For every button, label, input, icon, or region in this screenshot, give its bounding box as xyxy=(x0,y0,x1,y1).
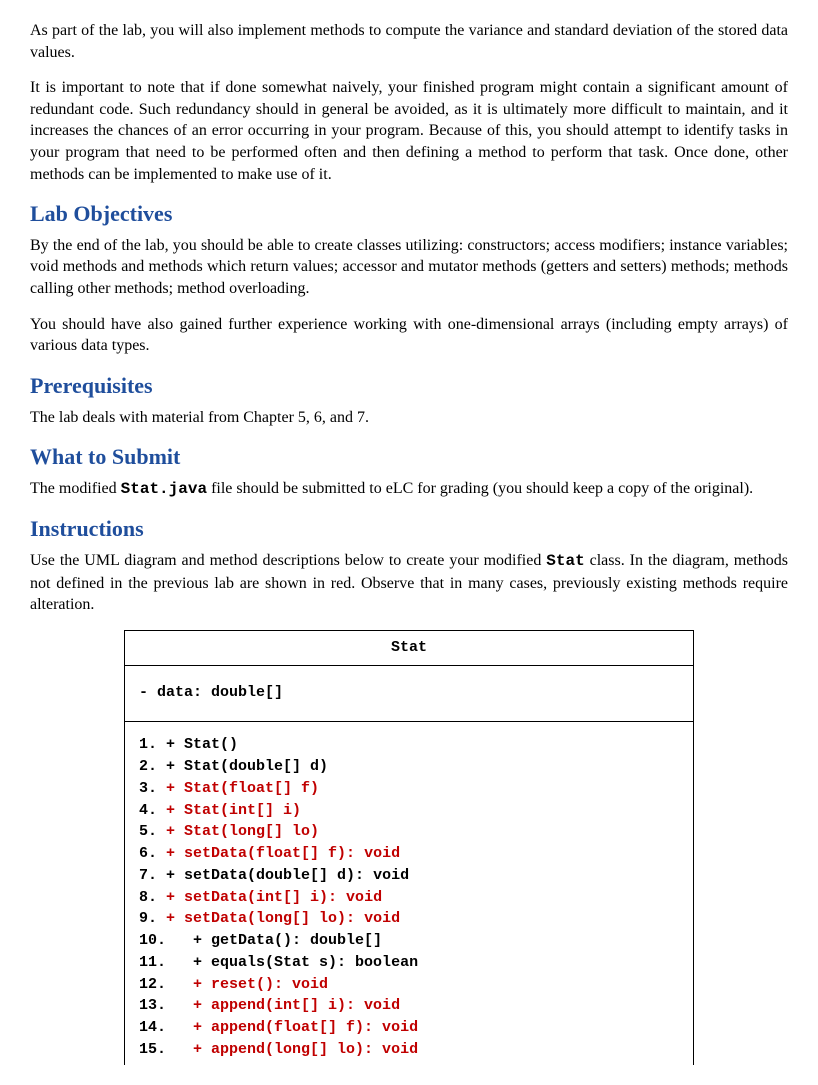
submit-heading: What to Submit xyxy=(30,442,788,472)
uml-method-signature: + setData(long[] lo): void xyxy=(166,910,400,927)
uml-method-signature: + append(long[] lo): void xyxy=(193,1041,418,1058)
uml-method-row: 8. + setData(int[] i): void xyxy=(139,887,679,909)
uml-diagram-container: Stat - data: double[] 1. + Stat()2. + St… xyxy=(30,630,788,1065)
stat-java-code: Stat.java xyxy=(121,480,207,498)
uml-method-signature: + Stat(double[] d) xyxy=(166,758,328,775)
uml-method-signature: + Stat() xyxy=(166,736,238,753)
uml-method-number: 8. xyxy=(139,889,157,906)
uml-method-signature: + Stat(float[] f) xyxy=(166,780,319,797)
uml-method-number: 2. xyxy=(139,758,157,775)
uml-method-row: 15. + append(long[] lo): void xyxy=(139,1039,679,1061)
uml-method-row: 2. + Stat(double[] d) xyxy=(139,756,679,778)
uml-method-number: 11. xyxy=(139,954,166,971)
uml-method-number: 5. xyxy=(139,823,157,840)
instructions-paragraph: Use the UML diagram and method descripti… xyxy=(30,550,788,616)
intro-paragraph-1: As part of the lab, you will also implem… xyxy=(30,20,788,63)
uml-method-number: 3. xyxy=(139,780,157,797)
uml-method-row: 4. + Stat(int[] i) xyxy=(139,800,679,822)
submit-text-after: file should be submitted to eLC for grad… xyxy=(207,480,753,497)
uml-method-number: 10. xyxy=(139,932,166,949)
uml-method-number: 9. xyxy=(139,910,157,927)
uml-method-row: 13. + append(int[] i): void xyxy=(139,995,679,1017)
submit-text-before: The modified xyxy=(30,480,121,497)
uml-method-number: 12. xyxy=(139,976,166,993)
uml-method-number: 1. xyxy=(139,736,157,753)
uml-method-signature: + Stat(int[] i) xyxy=(166,802,301,819)
uml-method-row: 12. + reset(): void xyxy=(139,974,679,996)
uml-method-number: 15. xyxy=(139,1041,166,1058)
uml-method-signature: + getData(): double[] xyxy=(193,932,382,949)
uml-method-row: 5. + Stat(long[] lo) xyxy=(139,821,679,843)
uml-method-signature: + setData(float[] f): void xyxy=(166,845,400,862)
uml-method-number: 13. xyxy=(139,997,166,1014)
uml-method-signature: + reset(): void xyxy=(193,976,328,993)
instructions-heading: Instructions xyxy=(30,514,788,544)
prerequisites-heading: Prerequisites xyxy=(30,371,788,401)
prerequisites-paragraph: The lab deals with material from Chapter… xyxy=(30,407,788,429)
uml-attributes: - data: double[] xyxy=(125,666,693,723)
objectives-paragraph-1: By the end of the lab, you should be abl… xyxy=(30,235,788,300)
submit-paragraph: The modified Stat.java file should be su… xyxy=(30,478,788,501)
uml-method-signature: + equals(Stat s): boolean xyxy=(193,954,418,971)
uml-method-row: 11. + equals(Stat s): boolean xyxy=(139,952,679,974)
uml-methods: 1. + Stat()2. + Stat(double[] d)3. + Sta… xyxy=(125,722,693,1064)
uml-method-row: 3. + Stat(float[] f) xyxy=(139,778,679,800)
uml-class-name: Stat xyxy=(125,631,693,666)
uml-method-row: 10. + getData(): double[] xyxy=(139,930,679,952)
uml-method-row: 1. + Stat() xyxy=(139,734,679,756)
uml-method-signature: + setData(double[] d): void xyxy=(166,867,409,884)
uml-method-signature: + Stat(long[] lo) xyxy=(166,823,319,840)
uml-method-row: 6. + setData(float[] f): void xyxy=(139,843,679,865)
uml-method-signature: + setData(int[] i): void xyxy=(166,889,382,906)
instructions-text-before: Use the UML diagram and method descripti… xyxy=(30,552,546,569)
uml-method-row: 7. + setData(double[] d): void xyxy=(139,865,679,887)
uml-method-number: 4. xyxy=(139,802,157,819)
uml-method-signature: + append(float[] f): void xyxy=(193,1019,418,1036)
uml-method-number: 6. xyxy=(139,845,157,862)
objectives-paragraph-2: You should have also gained further expe… xyxy=(30,314,788,357)
intro-paragraph-2: It is important to note that if done som… xyxy=(30,77,788,185)
stat-code: Stat xyxy=(546,552,584,570)
uml-method-number: 7. xyxy=(139,867,157,884)
uml-method-row: 14. + append(float[] f): void xyxy=(139,1017,679,1039)
uml-diagram: Stat - data: double[] 1. + Stat()2. + St… xyxy=(124,630,694,1065)
uml-method-signature: + append(int[] i): void xyxy=(193,997,400,1014)
objectives-heading: Lab Objectives xyxy=(30,199,788,229)
uml-method-number: 14. xyxy=(139,1019,166,1036)
uml-attribute-data: - data: double[] xyxy=(139,682,679,704)
uml-method-row: 9. + setData(long[] lo): void xyxy=(139,908,679,930)
